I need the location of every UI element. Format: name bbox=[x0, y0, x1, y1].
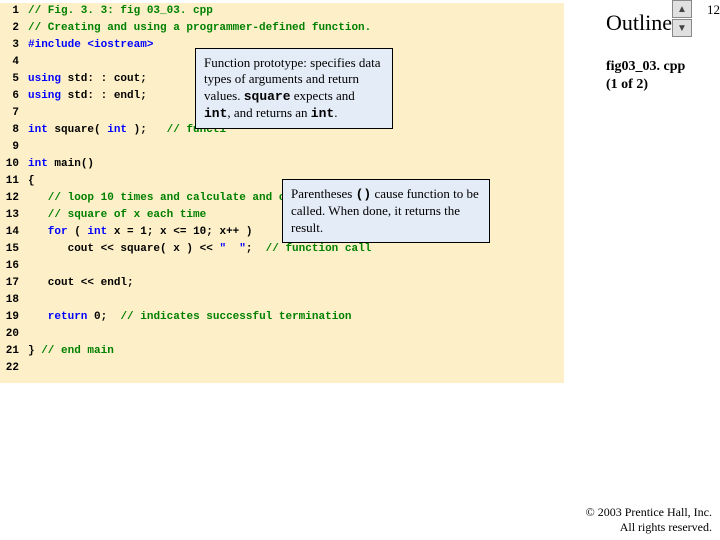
page-number: 12 bbox=[707, 2, 720, 18]
code-text: ; bbox=[246, 243, 266, 255]
line-number: 16 bbox=[0, 258, 22, 275]
code-text: ; bbox=[101, 311, 121, 323]
code-text: using bbox=[28, 90, 68, 102]
line-number: 4 bbox=[0, 54, 22, 71]
code-text: // Fig. 3. 3: fig 03_03. cpp bbox=[28, 5, 213, 17]
line-number: 2 bbox=[0, 20, 22, 37]
code-text: cout << square( x ) << bbox=[28, 243, 219, 255]
triangle-down-icon: ▼ bbox=[677, 23, 687, 34]
callout-text: . bbox=[334, 105, 337, 120]
code-text: square( bbox=[48, 124, 107, 136]
line-number: 17 bbox=[0, 275, 22, 292]
code-text: std: : endl; bbox=[68, 90, 147, 102]
slide: 1 2 3 4 5 6 7 8 9 10 11 12 13 14 15 16 1… bbox=[0, 0, 720, 540]
nav-down-button[interactable]: ▼ bbox=[672, 19, 692, 37]
line-number: 12 bbox=[0, 190, 22, 207]
code-text: int bbox=[28, 124, 48, 136]
line-number: 9 bbox=[0, 139, 22, 156]
triangle-up-icon: ▲ bbox=[677, 4, 687, 15]
callout-text: square bbox=[244, 89, 291, 104]
code-text: return bbox=[28, 311, 87, 323]
callout-parentheses: Parentheses () cause function to be call… bbox=[282, 179, 490, 243]
line-number: 14 bbox=[0, 224, 22, 241]
callout-text: expects and bbox=[291, 88, 355, 103]
code-text: // indicates successful termination bbox=[120, 311, 351, 323]
nav-buttons: ▲ ▼ bbox=[672, 0, 692, 38]
callout-prototype: Function prototype: specifies data types… bbox=[195, 48, 393, 129]
code-text: using bbox=[28, 73, 68, 85]
callout-text: int bbox=[311, 106, 334, 121]
code-text: int bbox=[87, 226, 107, 238]
outline-title: Outline bbox=[606, 10, 672, 36]
code-text: int bbox=[28, 158, 48, 170]
callout-text: , and returns an bbox=[227, 105, 310, 120]
code-text: 1 bbox=[140, 226, 147, 238]
code-text: std: : cout; bbox=[68, 73, 147, 85]
line-number: 18 bbox=[0, 292, 22, 309]
nav-up-button[interactable]: ▲ bbox=[672, 0, 692, 18]
code-text: // loop 10 times and calculate and ou bbox=[28, 192, 292, 204]
code-text: " " bbox=[219, 243, 245, 255]
code-text: <iostream> bbox=[87, 39, 153, 51]
code-text: #include bbox=[28, 39, 87, 51]
code-text: ( bbox=[68, 226, 88, 238]
line-number: 5 bbox=[0, 71, 22, 88]
callout-text: () bbox=[356, 187, 372, 202]
line-number: 11 bbox=[0, 173, 22, 190]
code-text: ; x++ ) bbox=[206, 226, 252, 238]
code-text: ; x <= bbox=[147, 226, 193, 238]
code-text: for bbox=[28, 226, 68, 238]
callout-text: Parentheses bbox=[291, 186, 356, 201]
code-text: ); bbox=[127, 124, 167, 136]
code-text: 10 bbox=[193, 226, 206, 238]
line-number: 13 bbox=[0, 207, 22, 224]
line-number: 15 bbox=[0, 241, 22, 258]
code-text: int bbox=[107, 124, 127, 136]
code-text: // function call bbox=[266, 243, 372, 255]
callout-text: int bbox=[204, 106, 227, 121]
line-number: 7 bbox=[0, 105, 22, 122]
code-text: cout << endl; bbox=[28, 277, 134, 289]
code-text: { bbox=[28, 175, 35, 187]
code-text: x = bbox=[107, 226, 140, 238]
line-number: 22 bbox=[0, 360, 22, 377]
code-text: // square of x each time bbox=[28, 209, 206, 221]
code-block: 1 2 3 4 5 6 7 8 9 10 11 12 13 14 15 16 1… bbox=[0, 3, 564, 383]
line-number: 20 bbox=[0, 326, 22, 343]
code-text: main() bbox=[48, 158, 94, 170]
line-number: 10 bbox=[0, 156, 22, 173]
line-number-gutter: 1 2 3 4 5 6 7 8 9 10 11 12 13 14 15 16 1… bbox=[0, 3, 22, 377]
code-text: // Creating and using a programmer-defin… bbox=[28, 22, 371, 34]
line-number: 6 bbox=[0, 88, 22, 105]
code-text: } bbox=[28, 345, 41, 357]
copyright-text: © 2003 Prentice Hall, Inc. All rights re… bbox=[586, 505, 712, 534]
figure-title: fig03_03. cpp (1 of 2) bbox=[606, 58, 685, 94]
line-number: 21 bbox=[0, 343, 22, 360]
line-number: 8 bbox=[0, 122, 22, 139]
line-number: 19 bbox=[0, 309, 22, 326]
code-text: // end main bbox=[41, 345, 114, 357]
code-text: 0 bbox=[94, 311, 101, 323]
line-number: 3 bbox=[0, 37, 22, 54]
line-number: 1 bbox=[0, 3, 22, 20]
